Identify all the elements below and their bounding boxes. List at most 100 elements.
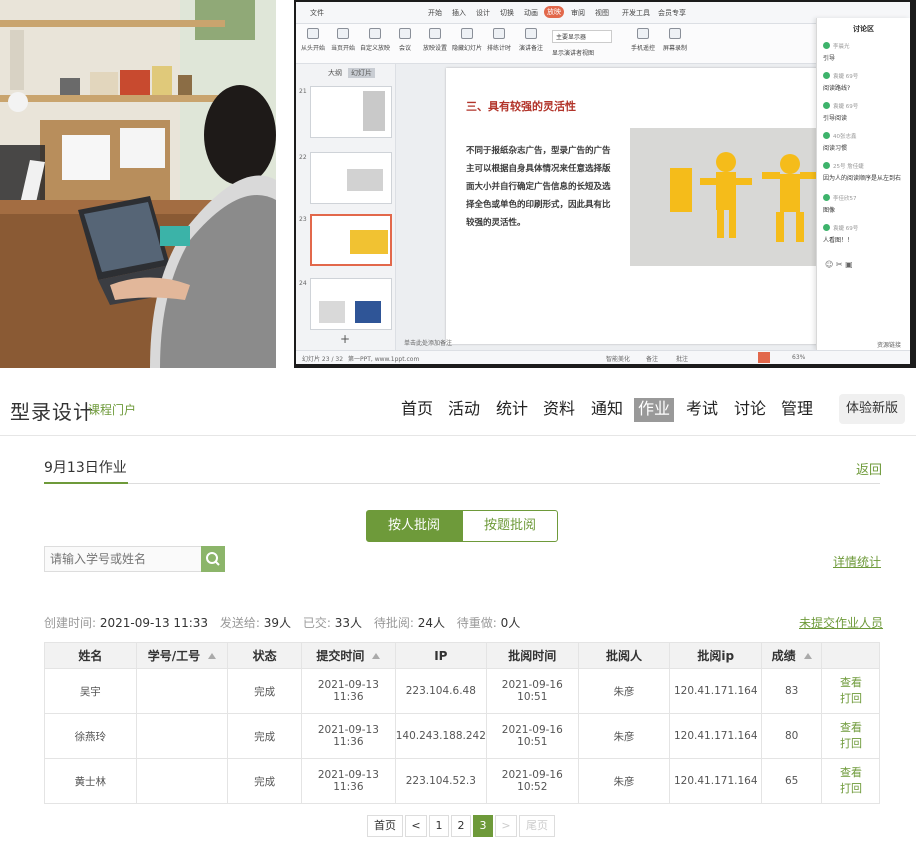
add-slide-icon[interactable]: +	[340, 332, 350, 346]
view-link[interactable]: 查看	[840, 675, 879, 691]
outline-tab[interactable]: 大纲	[328, 68, 342, 78]
pending-value: 24人	[417, 616, 445, 630]
theme-name: 第一PPT, www.1ppt.com	[348, 356, 420, 363]
discussion-panel: 讨论区 李晨光 引导 袁婕 69号 阅读路线? 袁婕 69号 引导阅读 40张志鑫 阅读…	[816, 18, 910, 350]
cell-ip: 140.243.188.242	[394, 713, 487, 759]
active-underline	[44, 482, 128, 484]
pager-next[interactable]: >	[495, 815, 517, 837]
col-submit-time[interactable]: 提交时间	[301, 642, 396, 669]
notes-button[interactable]: 备注	[646, 354, 658, 363]
discussion-message: 40张志鑫 阅读习惯	[823, 132, 909, 152]
ribbon-phone-remote[interactable]: 手机遥控	[628, 28, 658, 52]
nav-activity[interactable]: 活动	[444, 398, 484, 422]
slide-thumbnail[interactable]	[310, 86, 392, 138]
play-icon	[337, 28, 349, 39]
slide-thumbnail[interactable]	[310, 152, 392, 204]
resource-link[interactable]: 资源链接	[877, 340, 901, 349]
nav-materials[interactable]: 资料	[539, 398, 579, 422]
table-row: 黄士林 完成 2021-09-13 11:36 223.104.52.3 202…	[44, 758, 880, 804]
slide-thumbnail[interactable]	[310, 278, 392, 330]
ribbon-from-current[interactable]: 当页开始	[328, 28, 358, 52]
menu-member[interactable]: 会员专享	[658, 8, 686, 18]
cell-student-id	[135, 668, 229, 714]
pager-page-3[interactable]: 3	[473, 815, 493, 837]
menu-file[interactable]: 文件	[310, 8, 324, 18]
menu-insert[interactable]: 插入	[452, 8, 466, 18]
col-score[interactable]: 成绩	[761, 642, 823, 669]
nav-homework[interactable]: 作业	[634, 398, 675, 422]
discussion-message: 袁婕 69号 引导阅读	[823, 102, 909, 122]
col-student-id[interactable]: 学号/工号	[135, 642, 229, 669]
slide-image	[630, 128, 826, 266]
search-input[interactable]	[44, 546, 202, 572]
nav-exams[interactable]: 考试	[682, 398, 722, 422]
search-button[interactable]	[201, 546, 225, 572]
slide-thumbnail-selected[interactable]	[310, 214, 392, 266]
nav-notices[interactable]: 通知	[587, 398, 627, 422]
grade-by-person-tab[interactable]: 按人批阅	[366, 510, 462, 542]
slide-title: 三、具有较强的灵活性	[466, 100, 576, 113]
col-ip: IP	[394, 642, 487, 669]
menu-developer[interactable]: 开发工具	[622, 8, 650, 18]
created-label: 创建时间:	[44, 616, 97, 630]
ribbon-show-settings[interactable]: 放映设置	[420, 28, 450, 52]
cell-review-time: 2021-09-16 10:51	[485, 713, 579, 759]
play-slideshow-icon[interactable]	[758, 352, 770, 363]
ribbon-hide-slide[interactable]: 隐藏幻灯片	[452, 28, 482, 52]
current-slide[interactable]: 三、具有较强的灵活性 不同于报纸杂志广告，型录广告的广告主可以根据自身具体情况来…	[446, 68, 826, 344]
ribbon-from-start[interactable]: 从头开始	[298, 28, 328, 52]
presenter-view-checkbox[interactable]: 显示演讲者视图	[552, 48, 594, 57]
pager-page-2[interactable]: 2	[451, 815, 471, 837]
menu-view[interactable]: 视图	[595, 8, 609, 18]
menu-slideshow[interactable]: 放映	[544, 6, 564, 18]
sent-label: 发送给:	[219, 616, 260, 630]
ribbon-screen-record[interactable]: 屏幕录制	[660, 28, 690, 52]
pager-page-1[interactable]: 1	[429, 815, 449, 837]
try-new-version-button[interactable]: 体验新版	[839, 394, 905, 424]
cell-submit-time: 2021-09-13 11:36	[301, 713, 396, 759]
nav-manage[interactable]: 管理	[777, 398, 817, 422]
assignment-title: 9月13日作业	[44, 460, 127, 476]
nav-discussion[interactable]: 讨论	[730, 398, 770, 422]
nav-home[interactable]: 首页	[397, 398, 437, 422]
pager-first[interactable]: 首页	[367, 815, 403, 837]
custom-show-icon	[369, 28, 381, 39]
monitor-select[interactable]: 主要显示器	[552, 30, 612, 43]
ribbon-custom-show[interactable]: 自定义放映	[360, 28, 390, 52]
emoji-icon[interactable]: ☺ ✂ ▣	[825, 260, 853, 269]
view-link[interactable]: 查看	[840, 720, 879, 736]
slides-tab[interactable]: 幻灯片	[348, 68, 375, 78]
pager-last[interactable]: 尾页	[519, 815, 555, 837]
detail-stats-link[interactable]: 详情统计	[833, 553, 881, 570]
reject-link[interactable]: 打回	[840, 736, 879, 752]
course-title: 型录设计	[10, 400, 94, 424]
notes-icon	[525, 28, 537, 39]
nav-statistics[interactable]: 统计	[492, 398, 532, 422]
menu-home[interactable]: 开始	[428, 8, 442, 18]
ribbon-speaker-notes[interactable]: 演讲备注	[516, 28, 546, 52]
pager-prev[interactable]: <	[405, 815, 427, 837]
cell-review-time: 2021-09-16 10:51	[485, 668, 579, 714]
classroom-photo	[0, 0, 276, 368]
menu-animation[interactable]: 动画	[524, 8, 538, 18]
ribbon-meeting[interactable]: 会议	[390, 28, 420, 52]
menu-transition[interactable]: 切换	[500, 8, 514, 18]
notes-placeholder[interactable]: 单击此处添加备注	[404, 338, 452, 347]
sort-up-icon[interactable]	[208, 653, 217, 659]
back-link[interactable]: 返回	[856, 459, 882, 478]
cell-status: 完成	[227, 668, 303, 714]
comments-button[interactable]: 批注	[676, 354, 688, 363]
col-reviewer: 批阅人	[577, 642, 671, 669]
unsubmitted-list-link[interactable]: 未提交作业人员	[799, 614, 883, 631]
reject-link[interactable]: 打回	[840, 691, 879, 707]
sort-up-icon[interactable]	[372, 653, 381, 659]
view-link[interactable]: 查看	[840, 765, 879, 781]
reject-link[interactable]: 打回	[840, 781, 879, 797]
menu-review[interactable]: 审阅	[571, 8, 585, 18]
smart-beautify-button[interactable]: 智能美化	[606, 354, 630, 363]
sort-up-icon[interactable]	[803, 653, 812, 659]
menu-design[interactable]: 设计	[476, 8, 490, 18]
ribbon-rehearse[interactable]: 排练计时	[484, 28, 514, 52]
grade-by-question-tab[interactable]: 按题批阅	[462, 510, 558, 542]
slide-counter: 幻灯片 23 / 32	[302, 356, 344, 363]
